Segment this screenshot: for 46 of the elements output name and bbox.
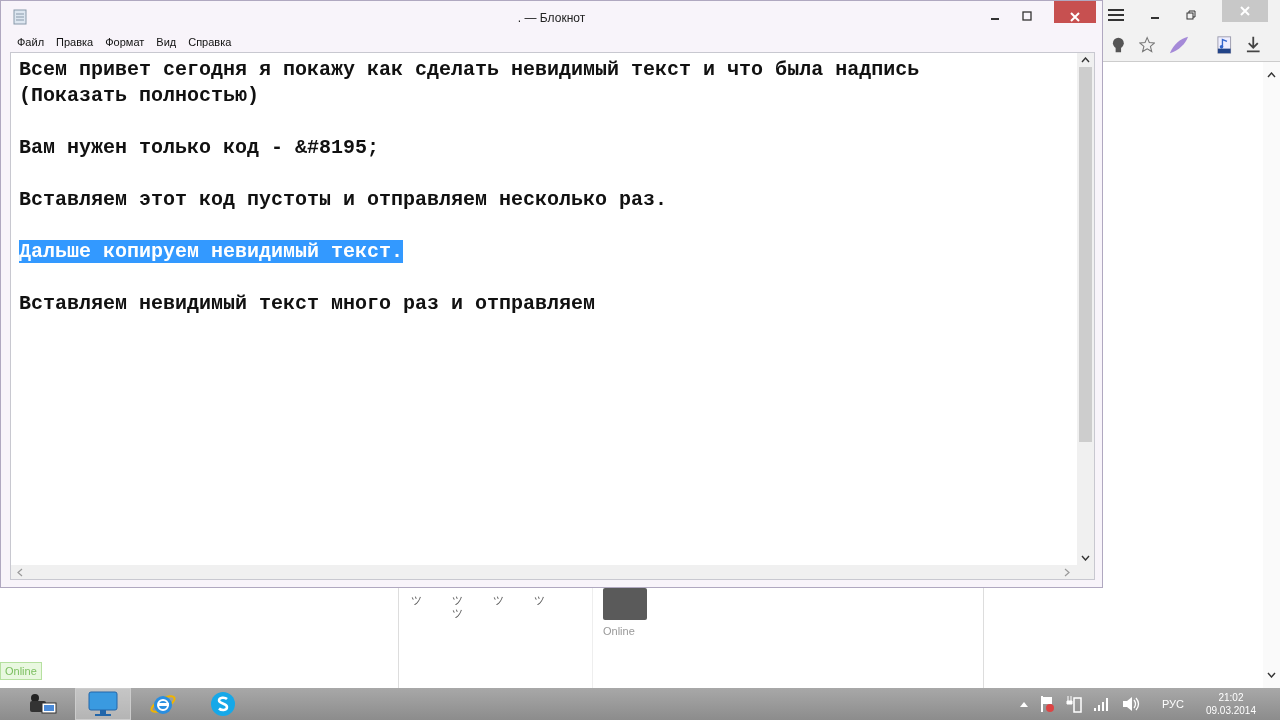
text-line: Всем привет сегодня я покажу как сделать невидимый текст и что была надпись (Показать полностью)	[19, 58, 920, 107]
menu-icon[interactable]	[1108, 8, 1124, 21]
taskbar-button[interactable]	[75, 688, 131, 720]
monitor-icon[interactable]	[88, 691, 118, 717]
menu-item[interactable]: Правка	[56, 36, 94, 48]
smiley[interactable]: ツ	[452, 594, 492, 607]
scroll-down-icon[interactable]	[1267, 672, 1276, 678]
text-line: Вставляем невидимый текст много раз и отправляем	[19, 292, 596, 315]
scroll-up-icon[interactable]	[1081, 57, 1090, 63]
scroll-left-icon[interactable]	[17, 567, 23, 577]
menu-item[interactable]: Файл	[17, 36, 45, 48]
smiley[interactable]: ツ	[534, 594, 574, 607]
smiley[interactable]: ツ	[493, 594, 533, 607]
status-badge: Online	[0, 662, 42, 680]
close-button[interactable]	[1054, 1, 1096, 23]
smiley[interactable]: ツ	[452, 607, 492, 620]
camcorder-icon[interactable]	[28, 692, 58, 716]
flag-icon[interactable]	[1039, 695, 1054, 713]
scrollbar[interactable]	[1263, 62, 1280, 688]
menu-item[interactable]: Вид	[156, 36, 177, 48]
signal-icon[interactable]	[1093, 697, 1110, 711]
menu-item[interactable]: Справка	[188, 36, 232, 48]
smiley[interactable]: ツ	[411, 594, 451, 607]
lightbulb-icon[interactable]	[1112, 36, 1125, 55]
battery-icon[interactable]	[1065, 695, 1082, 713]
scroll-down-icon[interactable]	[1081, 555, 1090, 561]
star-icon[interactable]	[1138, 36, 1156, 55]
music-file-icon[interactable]	[1217, 35, 1232, 56]
window-title: . — Блокнот	[517, 11, 586, 25]
feather-icon[interactable]	[1169, 35, 1189, 56]
menu-item[interactable]: Формат	[105, 36, 145, 48]
speaker-icon[interactable]	[1121, 696, 1140, 712]
horizontal-scrollbar[interactable]	[11, 565, 1094, 579]
notepad-icon	[13, 8, 27, 25]
text-line: Вставляем этот код пустоты и отправляем несколько раз.	[19, 188, 668, 211]
download-icon[interactable]	[1245, 36, 1260, 55]
restore-icon[interactable]	[1186, 9, 1196, 20]
status-text: Online	[603, 625, 635, 637]
skype-icon[interactable]	[210, 691, 236, 717]
text-line: Вам нужен только код - &#8195;	[19, 136, 380, 159]
scrollbar[interactable]	[1077, 53, 1094, 565]
close-icon[interactable]	[1070, 12, 1080, 22]
maximize-icon[interactable]	[1022, 11, 1032, 21]
show-hidden-icon[interactable]	[1019, 701, 1028, 707]
scroll-up-icon[interactable]	[1267, 72, 1276, 78]
scroll-right-icon[interactable]	[1064, 567, 1070, 577]
